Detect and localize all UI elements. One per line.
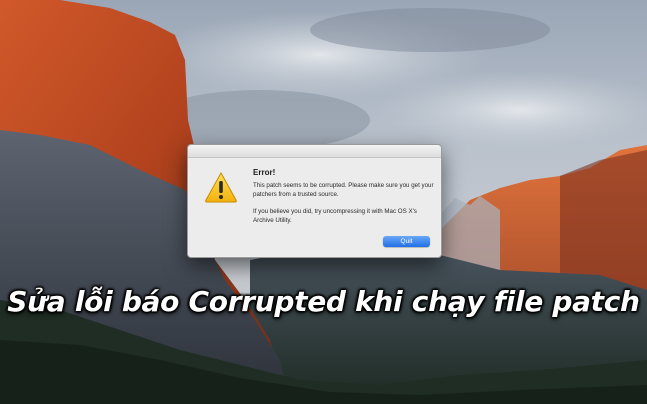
warning-icon — [205, 171, 237, 203]
desktop: Error! This patch seems to be corrupted.… — [0, 0, 647, 404]
quit-button[interactable]: Quit — [383, 236, 430, 247]
dialog-message: This patch seems to be corrupted. Please… — [253, 182, 434, 198]
dialog-titlebar[interactable] — [188, 145, 441, 158]
error-dialog: Error! This patch seems to be corrupted.… — [187, 144, 442, 258]
dialog-title: Error! — [253, 168, 276, 177]
banner-caption: Sửa lỗi báo Corrupted khi chạy file patc… — [7, 285, 640, 318]
dialog-hint: If you believe you did, try uncompressin… — [253, 208, 417, 224]
